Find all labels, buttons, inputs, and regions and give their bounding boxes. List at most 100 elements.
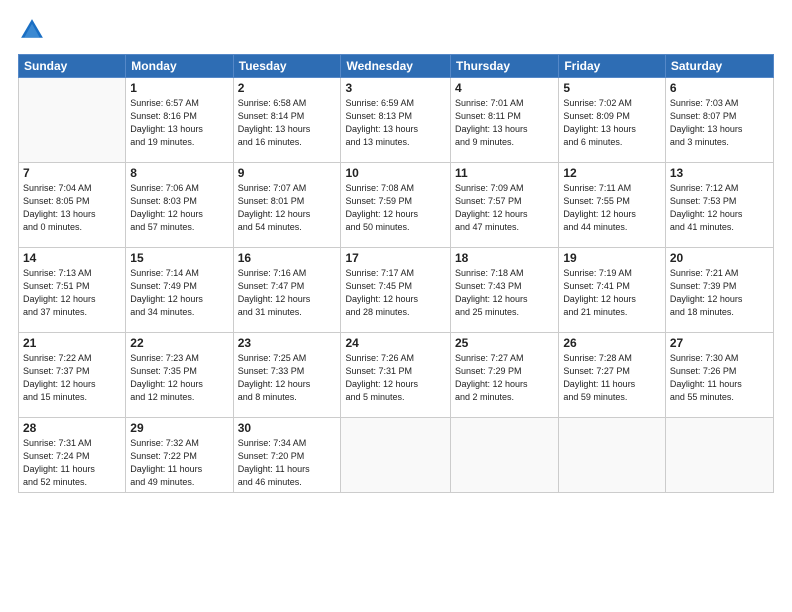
day-number: 8 — [130, 166, 228, 180]
calendar-cell: 13 Sunrise: 7:12 AM Sunset: 7:53 PM Dayli… — [665, 163, 773, 248]
day-info: Sunrise: 7:01 AM Sunset: 8:11 PM Dayligh… — [455, 97, 554, 149]
day-number: 12 — [563, 166, 661, 180]
day-number: 20 — [670, 251, 769, 265]
calendar-cell: 23Sunrise: 7:25 AM Sunset: 7:33 PM Dayli… — [233, 333, 341, 418]
day-info: Sunrise: 7:03 AM Sunset: 8:07 PM Dayligh… — [670, 97, 769, 149]
day-number: 15 — [130, 251, 228, 265]
calendar-cell: 5 Sunrise: 7:02 AM Sunset: 8:09 PM Daylig… — [559, 78, 666, 163]
calendar-cell: 3 Sunrise: 6:59 AM Sunset: 8:13 PM Daylig… — [341, 78, 451, 163]
calendar-cell — [341, 418, 451, 493]
calendar-cell: 6 Sunrise: 7:03 AM Sunset: 8:07 PM Daylig… — [665, 78, 773, 163]
calendar-header-monday: Monday — [126, 55, 233, 78]
day-number: 30 — [238, 421, 337, 435]
day-number: 11 — [455, 166, 554, 180]
day-info: Sunrise: 7:21 AM Sunset: 7:39 PM Dayligh… — [670, 267, 769, 319]
calendar-cell — [665, 418, 773, 493]
day-info: Sunrise: 7:07 AM Sunset: 8:01 PM Dayligh… — [238, 182, 337, 234]
day-info: Sunrise: 7:02 AM Sunset: 8:09 PM Dayligh… — [563, 97, 661, 149]
day-number: 21 — [23, 336, 121, 350]
day-info: Sunrise: 7:13 AM Sunset: 7:51 PM Dayligh… — [23, 267, 121, 319]
day-info: Sunrise: 7:31 AM Sunset: 7:24 PM Dayligh… — [23, 437, 121, 489]
calendar-cell: 18 Sunrise: 7:18 AM Sunset: 7:43 PM Dayli… — [451, 248, 559, 333]
day-info: Sunrise: 7:06 AM Sunset: 8:03 PM Dayligh… — [130, 182, 228, 234]
calendar-cell: 11 Sunrise: 7:09 AM Sunset: 7:57 PM Dayli… — [451, 163, 559, 248]
calendar-cell: 4 Sunrise: 7:01 AM Sunset: 8:11 PM Daylig… — [451, 78, 559, 163]
day-number: 13 — [670, 166, 769, 180]
day-info: Sunrise: 7:18 AM Sunset: 7:43 PM Dayligh… — [455, 267, 554, 319]
day-number: 26 — [563, 336, 661, 350]
calendar-cell: 19Sunrise: 7:19 AM Sunset: 7:41 PM Dayli… — [559, 248, 666, 333]
calendar-cell: 22 Sunrise: 7:23 AM Sunset: 7:35 PM Dayli… — [126, 333, 233, 418]
calendar-cell: 24 Sunrise: 7:26 AM Sunset: 7:31 PM Dayli… — [341, 333, 451, 418]
header — [18, 16, 774, 44]
day-number: 3 — [345, 81, 446, 95]
day-number: 16 — [238, 251, 337, 265]
day-number: 18 — [455, 251, 554, 265]
calendar-header-wednesday: Wednesday — [341, 55, 451, 78]
day-number: 5 — [563, 81, 661, 95]
calendar-cell: 10 Sunrise: 7:08 AM Sunset: 7:59 PM Dayli… — [341, 163, 451, 248]
calendar: SundayMondayTuesdayWednesdayThursdayFrid… — [18, 54, 774, 493]
day-number: 6 — [670, 81, 769, 95]
calendar-cell — [451, 418, 559, 493]
calendar-cell: 21 Sunrise: 7:22 AM Sunset: 7:37 PM Dayli… — [19, 333, 126, 418]
calendar-cell — [559, 418, 666, 493]
day-number: 1 — [130, 81, 228, 95]
day-info: Sunrise: 7:25 AM Sunset: 7:33 PM Dayligh… — [238, 352, 337, 404]
day-number: 10 — [345, 166, 446, 180]
day-info: Sunrise: 6:57 AM Sunset: 8:16 PM Dayligh… — [130, 97, 228, 149]
day-info: Sunrise: 7:11 AM Sunset: 7:55 PM Dayligh… — [563, 182, 661, 234]
day-info: Sunrise: 7:23 AM Sunset: 7:35 PM Dayligh… — [130, 352, 228, 404]
calendar-week-row: 28 Sunrise: 7:31 AM Sunset: 7:24 PM Dayli… — [19, 418, 774, 493]
calendar-week-row: 14 Sunrise: 7:13 AM Sunset: 7:51 PM Dayli… — [19, 248, 774, 333]
calendar-cell: 16 Sunrise: 7:16 AM Sunset: 7:47 PM Dayli… — [233, 248, 341, 333]
day-number: 9 — [238, 166, 337, 180]
calendar-header-row: SundayMondayTuesdayWednesdayThursdayFrid… — [19, 55, 774, 78]
day-number: 17 — [345, 251, 446, 265]
calendar-cell: 2Sunrise: 6:58 AM Sunset: 8:14 PM Daylig… — [233, 78, 341, 163]
calendar-header-thursday: Thursday — [451, 55, 559, 78]
day-number: 28 — [23, 421, 121, 435]
day-info: Sunrise: 7:16 AM Sunset: 7:47 PM Dayligh… — [238, 267, 337, 319]
calendar-cell: 27 Sunrise: 7:30 AM Sunset: 7:26 PM Dayli… — [665, 333, 773, 418]
day-number: 4 — [455, 81, 554, 95]
day-info: Sunrise: 7:34 AM Sunset: 7:20 PM Dayligh… — [238, 437, 337, 489]
logo — [18, 16, 50, 44]
calendar-cell: 26 Sunrise: 7:28 AM Sunset: 7:27 PM Dayli… — [559, 333, 666, 418]
day-info: Sunrise: 7:17 AM Sunset: 7:45 PM Dayligh… — [345, 267, 446, 319]
day-number: 27 — [670, 336, 769, 350]
calendar-cell: 29Sunrise: 7:32 AM Sunset: 7:22 PM Dayli… — [126, 418, 233, 493]
calendar-week-row: 1 Sunrise: 6:57 AM Sunset: 8:16 PM Daylig… — [19, 78, 774, 163]
day-info: Sunrise: 6:59 AM Sunset: 8:13 PM Dayligh… — [345, 97, 446, 149]
day-info: Sunrise: 7:22 AM Sunset: 7:37 PM Dayligh… — [23, 352, 121, 404]
day-info: Sunrise: 7:14 AM Sunset: 7:49 PM Dayligh… — [130, 267, 228, 319]
calendar-cell: 28 Sunrise: 7:31 AM Sunset: 7:24 PM Dayli… — [19, 418, 126, 493]
calendar-cell: 7Sunrise: 7:04 AM Sunset: 8:05 PM Daylig… — [19, 163, 126, 248]
day-number: 14 — [23, 251, 121, 265]
day-number: 25 — [455, 336, 554, 350]
day-number: 19 — [563, 251, 661, 265]
day-info: Sunrise: 7:12 AM Sunset: 7:53 PM Dayligh… — [670, 182, 769, 234]
calendar-cell: 20 Sunrise: 7:21 AM Sunset: 7:39 PM Dayli… — [665, 248, 773, 333]
calendar-cell: 17 Sunrise: 7:17 AM Sunset: 7:45 PM Dayli… — [341, 248, 451, 333]
calendar-header-tuesday: Tuesday — [233, 55, 341, 78]
day-info: Sunrise: 7:08 AM Sunset: 7:59 PM Dayligh… — [345, 182, 446, 234]
calendar-header-saturday: Saturday — [665, 55, 773, 78]
day-info: Sunrise: 7:09 AM Sunset: 7:57 PM Dayligh… — [455, 182, 554, 234]
logo-icon — [18, 16, 46, 44]
day-info: Sunrise: 7:30 AM Sunset: 7:26 PM Dayligh… — [670, 352, 769, 404]
day-number: 24 — [345, 336, 446, 350]
page: SundayMondayTuesdayWednesdayThursdayFrid… — [0, 0, 792, 612]
day-number: 29 — [130, 421, 228, 435]
day-info: Sunrise: 6:58 AM Sunset: 8:14 PM Dayligh… — [238, 97, 337, 149]
calendar-week-row: 21 Sunrise: 7:22 AM Sunset: 7:37 PM Dayli… — [19, 333, 774, 418]
day-info: Sunrise: 7:26 AM Sunset: 7:31 PM Dayligh… — [345, 352, 446, 404]
calendar-cell: 1 Sunrise: 6:57 AM Sunset: 8:16 PM Daylig… — [126, 78, 233, 163]
calendar-cell: 9 Sunrise: 7:07 AM Sunset: 8:01 PM Daylig… — [233, 163, 341, 248]
calendar-cell: 14 Sunrise: 7:13 AM Sunset: 7:51 PM Dayli… — [19, 248, 126, 333]
day-number: 7 — [23, 166, 121, 180]
calendar-cell: 15 Sunrise: 7:14 AM Sunset: 7:49 PM Dayli… — [126, 248, 233, 333]
day-number: 22 — [130, 336, 228, 350]
day-info: Sunrise: 7:28 AM Sunset: 7:27 PM Dayligh… — [563, 352, 661, 404]
calendar-cell — [19, 78, 126, 163]
